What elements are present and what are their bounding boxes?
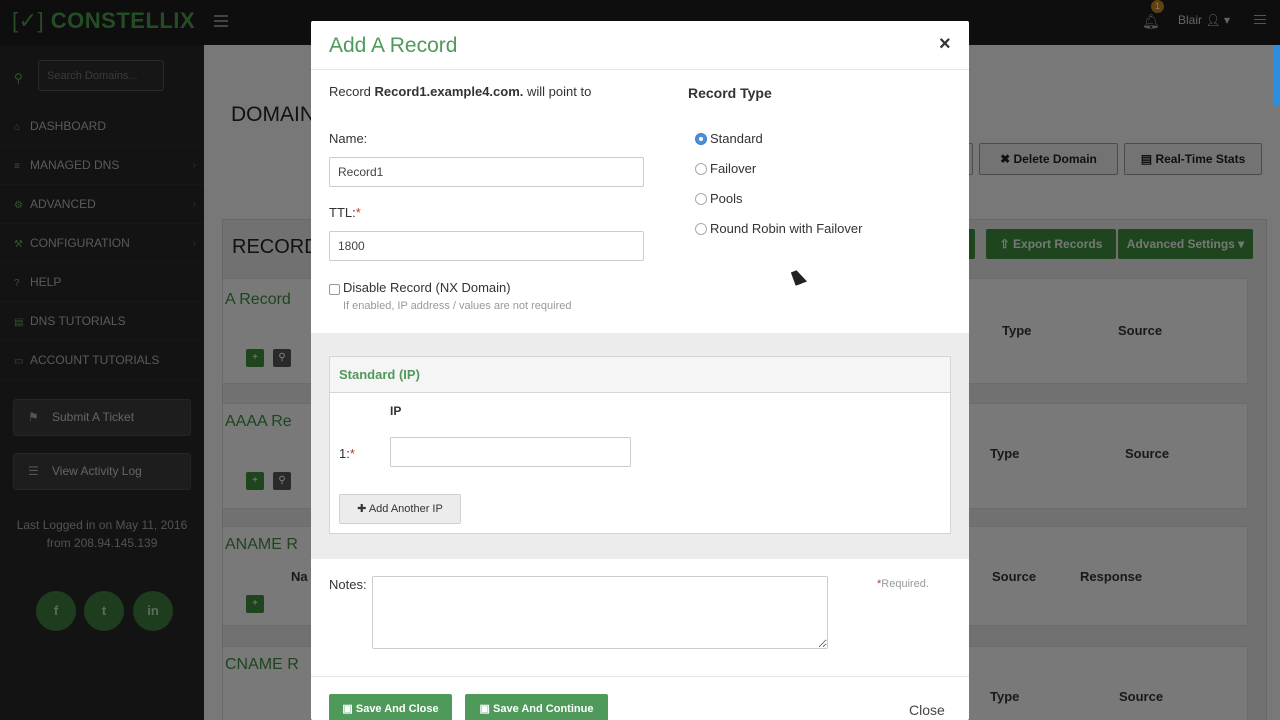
record-type-pools[interactable]: Pools bbox=[695, 191, 743, 206]
ip-row-number: 1: bbox=[339, 446, 350, 461]
record-type-label: Standard bbox=[710, 131, 763, 146]
save-and-continue-button[interactable]: ▣ Save And Continue bbox=[465, 694, 608, 720]
record-type-label: Pools bbox=[710, 191, 743, 206]
name-input[interactable] bbox=[329, 157, 644, 187]
name-label: Name: bbox=[329, 131, 368, 146]
ttl-label: TTL:* bbox=[329, 205, 361, 220]
save-and-close-label: Save And Close bbox=[355, 703, 439, 715]
required-asterisk: * bbox=[355, 205, 361, 220]
record-type-title: Record Type bbox=[688, 85, 772, 101]
save-icon: ▣ bbox=[342, 703, 353, 715]
save-and-close-button[interactable]: ▣ Save And Close bbox=[329, 694, 452, 720]
required-note: *Required. bbox=[877, 578, 929, 590]
record-type-standard[interactable]: Standard bbox=[695, 131, 763, 146]
disable-record-help: If enabled, IP address / values are not … bbox=[343, 300, 572, 312]
notes-textarea[interactable] bbox=[372, 576, 828, 649]
add-record-modal: Add A Record × Record Record1.example4.c… bbox=[311, 21, 969, 720]
radio-unchecked[interactable] bbox=[695, 223, 707, 235]
add-another-ip-label: Add Another IP bbox=[368, 503, 443, 515]
record-type-round-robin-failover[interactable]: Round Robin with Failover bbox=[695, 221, 862, 236]
close-icon[interactable]: × bbox=[939, 33, 951, 56]
add-another-ip-button[interactable]: ✚ Add Another IP bbox=[339, 494, 461, 524]
ip-row-label: 1:* bbox=[339, 446, 355, 461]
save-and-continue-label: Save And Continue bbox=[493, 703, 594, 715]
scrollbar[interactable] bbox=[1273, 45, 1280, 105]
point-prefix: Record bbox=[329, 84, 375, 99]
plus-icon: ✚ bbox=[357, 503, 367, 515]
required-asterisk: * bbox=[349, 446, 355, 461]
disable-record-label[interactable]: Disable Record (NX Domain) bbox=[343, 280, 511, 295]
notes-label: Notes: bbox=[329, 577, 367, 592]
record-type-label: Failover bbox=[710, 161, 757, 176]
record-point-description: Record Record1.example4.com. will point … bbox=[329, 84, 591, 99]
standard-ip-header: Standard (IP) bbox=[330, 357, 950, 393]
disable-record-checkbox[interactable] bbox=[329, 284, 340, 295]
save-icon: ▣ bbox=[479, 703, 490, 715]
record-type-label: Round Robin with Failover bbox=[710, 221, 863, 236]
close-link[interactable]: Close bbox=[909, 702, 945, 718]
record-type-failover[interactable]: Failover bbox=[695, 161, 756, 176]
ip-input[interactable] bbox=[390, 437, 631, 467]
record-fqdn: Record1.example4.com. bbox=[374, 84, 524, 99]
radio-checked[interactable] bbox=[695, 133, 707, 145]
modal-title: Add A Record bbox=[329, 34, 458, 57]
modal-header: Add A Record × bbox=[311, 21, 969, 70]
required-note-text: Required. bbox=[881, 578, 929, 590]
point-suffix: will point to bbox=[523, 84, 592, 99]
ip-column-header: IP bbox=[390, 404, 402, 418]
standard-ip-title: Standard (IP) bbox=[339, 367, 420, 382]
radio-unchecked[interactable] bbox=[695, 163, 707, 175]
ttl-input[interactable] bbox=[329, 231, 644, 261]
standard-ip-panel: Standard (IP) IP 1:* ✚ Add Another IP bbox=[329, 356, 951, 534]
radio-unchecked[interactable] bbox=[695, 193, 707, 205]
ttl-label-text: TTL: bbox=[329, 205, 356, 220]
